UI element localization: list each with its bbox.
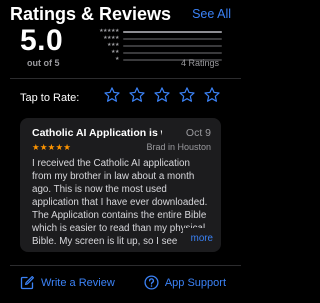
star-outline-icon[interactable]	[128, 86, 146, 104]
question-circle-icon	[144, 275, 159, 290]
more-link[interactable]: more	[191, 233, 213, 244]
write-review-label: Write a Review	[41, 276, 115, 289]
app-support-button[interactable]: App Support	[144, 275, 226, 290]
distribution-stars: ★★★★★	[99, 28, 119, 34]
star-outline-icon[interactable]	[203, 86, 221, 104]
distribution-bar	[123, 31, 222, 33]
rating-scale-label: out of 5	[27, 58, 60, 68]
review-star-rating: ★★★★★	[32, 142, 72, 152]
star-outline-icon[interactable]	[178, 86, 196, 104]
tap-to-rate-stars	[103, 86, 221, 104]
distribution-stars: ★★★	[107, 42, 119, 48]
distribution-row: ★★	[92, 49, 222, 56]
distribution-bar	[123, 45, 222, 47]
distribution-stars: ★★★★	[103, 35, 119, 41]
review-date: Oct 9	[185, 127, 211, 139]
compose-icon	[20, 276, 34, 290]
app-support-label: App Support	[164, 276, 226, 289]
review-card[interactable]: Catholic AI Application is wond... Oct 9…	[20, 118, 221, 252]
distribution-stars: ★	[115, 56, 119, 62]
divider	[10, 78, 241, 79]
review-title: Catholic AI Application is wond...	[32, 127, 162, 139]
section-header: Ratings & Reviews See All	[10, 4, 231, 26]
star-outline-icon[interactable]	[153, 86, 171, 104]
see-all-link[interactable]: See All	[192, 7, 231, 21]
star-outline-icon[interactable]	[103, 86, 121, 104]
distribution-bar	[123, 38, 222, 40]
distribution-stars: ★★	[111, 49, 119, 55]
review-author: Brad in Houston	[146, 142, 211, 152]
write-review-button[interactable]: Write a Review	[20, 275, 115, 290]
distribution-bar-fill	[123, 31, 222, 33]
distribution-bar	[123, 52, 222, 54]
average-rating: 5.0	[20, 24, 64, 57]
divider	[10, 265, 241, 266]
tap-to-rate-label: Tap to Rate:	[20, 92, 80, 104]
more-container: more	[182, 228, 213, 246]
section-title: Ratings & Reviews	[10, 4, 172, 24]
ratings-count: 4 Ratings	[180, 58, 219, 68]
ratings-reviews-screen: Ratings & Reviews See All 5.0 out of 5 ★…	[0, 0, 241, 303]
action-bar: Write a Review App Support	[20, 275, 226, 293]
